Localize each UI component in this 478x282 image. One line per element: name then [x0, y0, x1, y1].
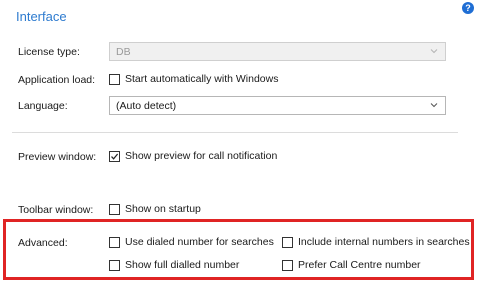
application-load-label: Application load: [18, 74, 96, 86]
prefer-call-centre-option[interactable]: Prefer Call Centre number [282, 259, 421, 271]
start-automatically-label: Start automatically with Windows [125, 73, 279, 86]
show-on-startup-option[interactable]: Show on startup [109, 203, 201, 215]
show-full-dialled-number-option[interactable]: Show full dialled number [109, 259, 239, 271]
language-select[interactable]: (Auto detect) [109, 96, 446, 115]
show-preview-checkbox[interactable] [109, 150, 120, 162]
section-divider [12, 132, 458, 133]
use-dialed-number-label: Use dialed number for searches [125, 236, 274, 249]
start-automatically-checkbox[interactable] [109, 73, 120, 85]
language-value: (Auto detect) [116, 100, 177, 112]
show-preview-label: Show preview for call notification [125, 150, 278, 163]
chevron-down-icon [430, 49, 438, 54]
show-on-startup-checkbox[interactable] [109, 203, 120, 215]
use-dialed-number-option[interactable]: Use dialed number for searches [109, 236, 274, 248]
start-automatically-option[interactable]: Start automatically with Windows [109, 73, 278, 85]
show-full-dialled-number-checkbox[interactable] [109, 259, 120, 271]
show-full-dialled-number-label: Show full dialled number [125, 259, 240, 272]
license-type-select: DB [109, 42, 446, 61]
prefer-call-centre-checkbox[interactable] [282, 259, 293, 271]
show-on-startup-label: Show on startup [125, 203, 201, 216]
language-label: Language: [18, 100, 68, 112]
preview-window-label: Preview window: [18, 151, 97, 163]
license-type-label: License type: [18, 46, 80, 58]
show-preview-option[interactable]: Show preview for call notification [109, 150, 277, 162]
advanced-label: Advanced: [18, 237, 68, 249]
prefer-call-centre-label: Prefer Call Centre number [298, 259, 421, 272]
include-internal-numbers-option[interactable]: Include internal numbers in searches [282, 236, 470, 248]
include-internal-numbers-label: Include internal numbers in searches [298, 236, 470, 249]
toolbar-window-label: Toolbar window: [18, 204, 94, 216]
license-type-value: DB [116, 46, 131, 58]
chevron-down-icon [430, 103, 438, 108]
checkmark-icon [111, 153, 119, 160]
section-title: Interface [16, 9, 67, 24]
include-internal-numbers-checkbox[interactable] [282, 236, 293, 248]
help-icon[interactable]: ? [462, 2, 474, 14]
use-dialed-number-checkbox[interactable] [109, 236, 120, 248]
